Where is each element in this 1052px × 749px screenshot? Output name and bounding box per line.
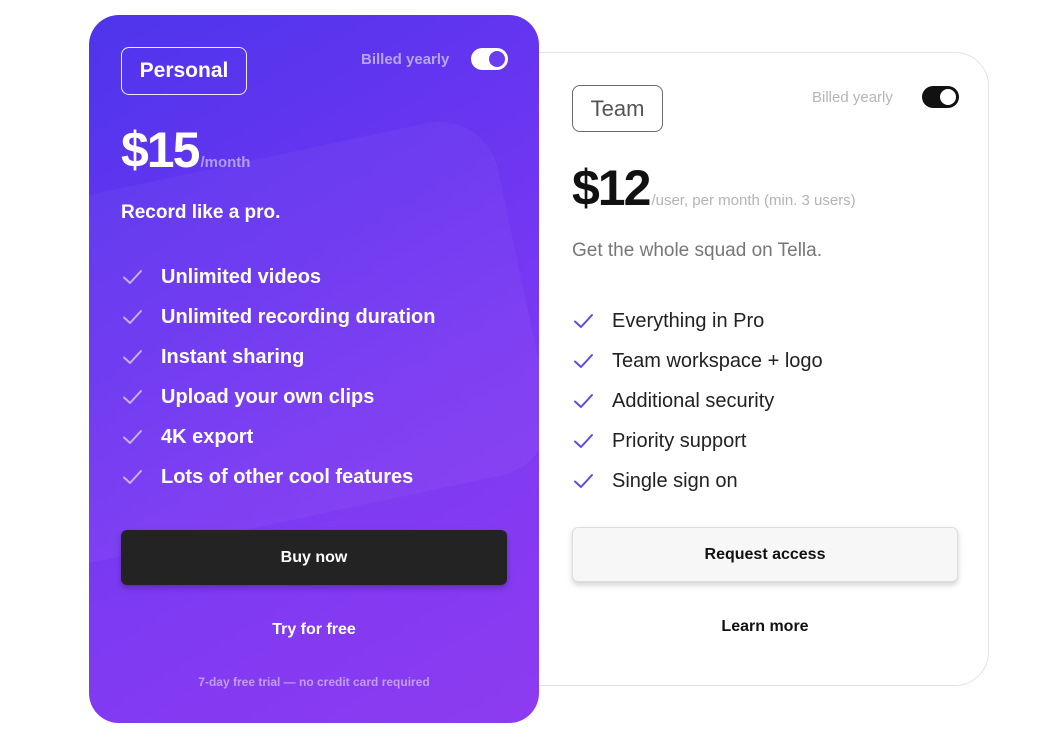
feature-item: Single sign on: [572, 461, 823, 501]
feature-item: Unlimited videos: [121, 257, 435, 297]
toggle-knob: [489, 51, 505, 67]
feature-item: 4K export: [121, 417, 435, 457]
personal-tagline: Record like a pro.: [121, 202, 281, 223]
team-billed-yearly-label: Billed yearly: [812, 89, 893, 106]
feature-item: Upload your own clips: [121, 377, 435, 417]
check-icon: [574, 474, 593, 488]
check-icon: [574, 314, 593, 328]
check-icon: [574, 394, 593, 408]
check-icon: [123, 270, 142, 284]
team-price-amount: $12: [572, 160, 651, 216]
check-icon: [574, 354, 593, 368]
feature-item: Lots of other cool features: [121, 457, 435, 497]
team-billed-yearly-toggle[interactable]: [922, 86, 959, 108]
feature-label: Everything in Pro: [612, 309, 765, 332]
personal-price-amount: $15: [121, 122, 200, 178]
feature-label: Upload your own clips: [161, 385, 375, 408]
try-for-free-link[interactable]: Try for free: [121, 621, 507, 639]
feature-item: Team workspace + logo: [572, 341, 823, 381]
feature-label: 4K export: [161, 425, 254, 448]
feature-item: Unlimited recording duration: [121, 297, 435, 337]
team-feature-list: Everything in Pro Team workspace + logo …: [572, 301, 823, 501]
feature-label: Instant sharing: [161, 345, 305, 368]
check-icon: [123, 390, 142, 404]
check-icon: [123, 430, 142, 444]
trial-note: 7-day free trial — no credit card requir…: [198, 675, 430, 689]
personal-billed-yearly-label: Billed yearly: [361, 51, 450, 68]
feature-label: Unlimited videos: [161, 265, 322, 288]
feature-label: Priority support: [612, 429, 747, 452]
team-plan-card: Team Billed yearly $12 /user, per month …: [490, 52, 989, 686]
check-icon: [123, 350, 142, 364]
feature-label: Team workspace + logo: [612, 349, 823, 372]
team-price: $12 /user, per month (min. 3 users): [572, 159, 856, 217]
personal-billed-yearly-toggle[interactable]: [471, 48, 508, 70]
request-access-button[interactable]: Request access: [572, 527, 958, 582]
feature-item: Everything in Pro: [572, 301, 823, 341]
feature-item: Priority support: [572, 421, 823, 461]
buy-now-button[interactable]: Buy now: [121, 530, 507, 585]
check-icon: [123, 310, 142, 324]
personal-price-unit: /month: [200, 154, 251, 171]
feature-label: Lots of other cool features: [161, 465, 414, 488]
feature-label: Unlimited recording duration: [161, 305, 436, 328]
check-icon: [574, 434, 593, 448]
personal-plan-card: Personal Billed yearly $15 /month Record…: [89, 15, 539, 723]
team-plan-tag: Team: [572, 85, 663, 132]
check-icon: [123, 470, 142, 484]
team-tagline: Get the whole squad on Tella.: [572, 240, 822, 261]
personal-feature-list: Unlimited videos Unlimited recording dur…: [121, 257, 435, 497]
team-price-unit: /user, per month (min. 3 users): [651, 192, 856, 209]
personal-plan-tag: Personal: [121, 47, 247, 95]
feature-item: Instant sharing: [121, 337, 435, 377]
toggle-knob: [940, 89, 956, 105]
feature-item: Additional security: [572, 381, 823, 421]
personal-price: $15 /month: [121, 121, 250, 179]
learn-more-link[interactable]: Learn more: [572, 618, 958, 636]
feature-label: Single sign on: [612, 469, 738, 492]
feature-label: Additional security: [612, 389, 775, 412]
